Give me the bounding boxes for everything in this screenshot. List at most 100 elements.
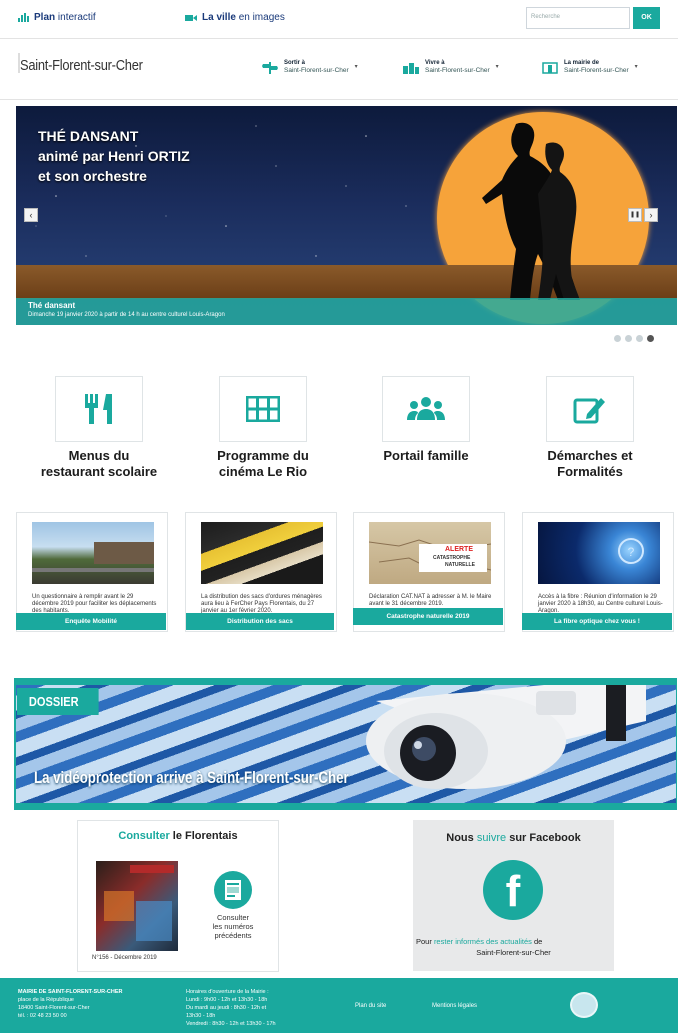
previous-issues-link[interactable]: Consulter les numéros précédents [201, 871, 265, 940]
dossier-headline: La vidéoprotection arrive à Saint-Floren… [34, 768, 349, 787]
cutlery-icon [85, 394, 112, 424]
slider-dot[interactable] [614, 335, 621, 342]
footer-addr-1: place de la République [18, 997, 74, 1003]
alert-banner: ALERTE CATASTROPHE NATURELLE [419, 544, 487, 572]
slider-dot-active[interactable] [647, 335, 654, 342]
nav-mairie[interactable]: La mairie de Saint-Florent-sur-Cher ▾ [542, 59, 638, 75]
previous-issues-line: Consulter [216, 913, 250, 922]
magazine-cover-link[interactable]: N°156 - Décembre 2019 [92, 859, 178, 965]
quick-link-label-line: Programme du [217, 448, 309, 463]
magazine-cover-image [96, 861, 178, 951]
quick-link-cinema[interactable]: Programme du cinéma Le Rio [183, 376, 343, 480]
site-logo[interactable]: Saint-Florent-sur-Cher [20, 57, 143, 74]
footer-addr-2: 18400 Saint-Florent-sur-Cher [18, 1005, 90, 1011]
facebook-title-end: sur Facebook [509, 832, 581, 844]
enquete-mobilite-button[interactable]: Enquête Mobilité [16, 613, 166, 630]
footer-hours-line: Vendredi : 8h30 - 12h et 13h30 - 17h [186, 1021, 276, 1027]
chevron-down-icon: ▾ [495, 64, 499, 70]
ville-suffix: en images [238, 12, 285, 23]
plan-interactif-link[interactable]: Plan interactif [18, 12, 96, 23]
previous-issues-label: Consulter les numéros précédents [201, 913, 265, 940]
film-icon [246, 396, 280, 422]
quick-link-label-line: Menus du [68, 448, 130, 463]
slide-headline: THÉ DANSANT animé par Henri ORTIZ et son… [38, 126, 190, 186]
previous-issues-line: précédents [214, 931, 252, 940]
catastrophe-naturelle-button[interactable]: Catastrophe naturelle 2019 [353, 608, 503, 625]
quick-link-cinema-label: Programme du cinéma Le Rio [183, 448, 343, 480]
distribution-sacs-button[interactable]: Distribution des sacs [186, 613, 334, 630]
facebook-icon[interactable]: f [483, 860, 543, 920]
nav-sortir[interactable]: Sortir à Saint-Florent-sur-Cher ▾ [262, 59, 358, 75]
footer-hours-line: Du mardi au jeudi : 8h30 - 12h et [186, 1005, 267, 1011]
facebook-line: Pour rester informés des actualités de [416, 937, 626, 946]
footer-plan-du-site-link[interactable]: Plan du site [355, 1003, 386, 1009]
town-hall-icon [542, 62, 558, 74]
facebook-line-start: Pour [416, 937, 432, 946]
search-ok-button[interactable]: OK [633, 7, 660, 29]
quick-link-demarches[interactable]: Démarches et Formalités [510, 376, 670, 480]
ville-images-link[interactable]: La ville en images [185, 12, 285, 23]
quick-link-famille[interactable]: Portail famille [346, 376, 506, 464]
slide-caption-title: Thé dansant [28, 301, 76, 310]
alert-line-2: CATASTROPHE [433, 555, 471, 561]
fibre-optique-button[interactable]: La fibre optique chez vous ! [522, 613, 672, 630]
florentais-title-accent: Consulter [118, 830, 170, 842]
nav-sortir-subtitle: Saint-Florent-sur-Cher [284, 67, 349, 74]
dossier-banner[interactable]: DOSSIER La vidéoprotection arrive à Sain… [14, 678, 677, 810]
family-icon [407, 397, 445, 420]
slider-pause-button[interactable]: ❚❚ [628, 208, 642, 222]
slide-headline-2: animé par Henri ORTIZ [38, 148, 190, 164]
plan-suffix: interactif [57, 12, 96, 23]
footer-hours-line: Lundi : 9h00 - 12h et 13h30 - 18h [186, 997, 268, 1003]
city-seal-logo[interactable] [570, 992, 598, 1018]
ville-label: La ville [202, 12, 236, 23]
search-input[interactable]: Recherche [526, 7, 630, 29]
slider-dot[interactable] [625, 335, 632, 342]
chevron-down-icon: ▾ [634, 64, 638, 70]
quick-link-label-line: cinéma Le Rio [218, 464, 308, 479]
facebook-title-accent: suivre [476, 832, 507, 844]
facebook-line-end: de [534, 937, 543, 946]
florentais-title: Consulter le Florentais [78, 830, 278, 842]
top-bar: Plan interactif La ville en images Reche… [0, 0, 678, 38]
alert-line-3: NATURELLE [445, 562, 475, 568]
quick-link-famille-label: Portail famille [346, 448, 506, 464]
slider-prev-button[interactable]: ‹ [24, 208, 38, 222]
nav-vivre-title: Vivre à [425, 60, 445, 66]
footer-org: MAIRIE DE SAINT-FLORENT-SUR-CHER [18, 989, 123, 995]
footer-address: MAIRIE DE SAINT-FLORENT-SUR-CHER place d… [18, 988, 123, 1020]
nav-sortir-title: Sortir à [284, 60, 306, 66]
slider-dot[interactable] [636, 335, 643, 342]
slide-caption[interactable]: Thé dansant Dimanche 19 janvier 2020 à p… [16, 298, 677, 325]
quick-link-icon-box [382, 376, 470, 442]
magazine-archive-icon [214, 871, 252, 909]
quick-link-menus-label: Menus du restaurant scolaire [19, 448, 179, 480]
dancers-silhouette-image [482, 122, 580, 301]
footer: MAIRIE DE SAINT-FLORENT-SUR-CHER place d… [0, 978, 678, 1033]
florentais-block: Consulter le Florentais N°156 - Décembre… [77, 820, 279, 972]
signpost-icon [262, 62, 278, 74]
nav-vivre[interactable]: Vivre à Saint-Florent-sur-Cher ▾ [403, 59, 499, 75]
quick-link-demarches-label: Démarches et Formalités [510, 448, 670, 480]
facebook-title: Nous suivre sur Facebook [413, 832, 614, 844]
facebook-line-link[interactable]: rester informés des actualités [434, 937, 532, 946]
quick-link-label-line: Portail famille [383, 448, 469, 463]
previous-issues-line: les numéros [212, 922, 254, 931]
header: Saint-Florent-sur-Cher Sortir à Saint-Fl… [0, 38, 678, 100]
railway-station-image [32, 522, 154, 584]
alert-line-1: ALERTE [445, 546, 473, 553]
footer-mentions-legales-link[interactable]: Mentions légales [432, 1003, 477, 1009]
video-camera-icon [185, 14, 197, 21]
town-icon [403, 63, 419, 74]
slide-caption-text: Dimanche 19 janvier 2020 à partir de 14 … [28, 312, 225, 318]
slider-next-button[interactable]: › [644, 208, 658, 222]
footer-hours-line: 13h30 - 18h [186, 1013, 216, 1019]
facebook-title-start: Nous [446, 832, 474, 844]
hero-slider[interactable]: THÉ DANSANT animé par Henri ORTIZ et son… [16, 106, 677, 325]
quick-link-label-line: Démarches et [547, 448, 633, 463]
quick-link-menus[interactable]: Menus du restaurant scolaire [19, 376, 179, 480]
optical-fiber-image: ? [538, 522, 660, 584]
quick-link-icon-box [546, 376, 634, 442]
news-card-text: Un questionnaire à remplir avant le 29 d… [32, 594, 157, 614]
nav-mairie-title: La mairie de [564, 60, 600, 66]
